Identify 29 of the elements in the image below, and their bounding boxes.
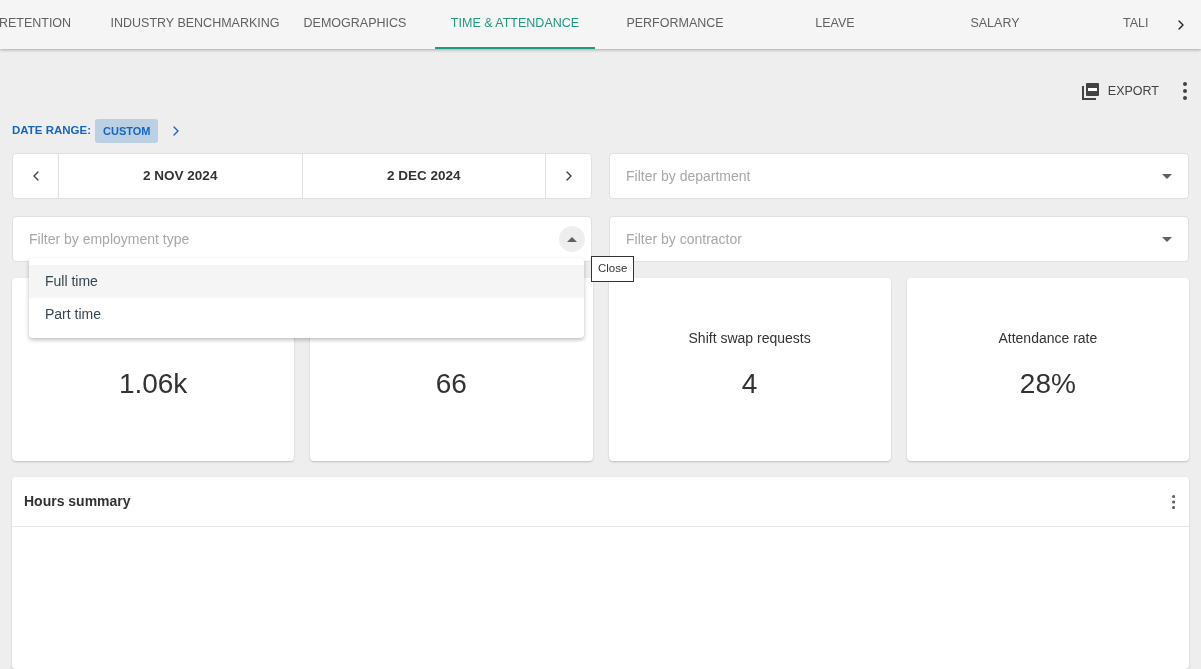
stat-value: 4: [741, 367, 758, 402]
dropdown-caret-icon: [1162, 236, 1172, 242]
tab[interactable]: PERFORMANCE: [595, 0, 755, 49]
more-options-icon: [1171, 494, 1175, 509]
pdf-file-icon: [1081, 82, 1100, 101]
stat-value: 28%: [1019, 367, 1076, 402]
stat-label: Shift swap requests: [688, 329, 811, 346]
tab[interactable]: LEAVE: [755, 0, 915, 49]
menu-option[interactable]: Part time: [29, 298, 584, 332]
more-options-button[interactable]: [1171, 494, 1175, 509]
end-date[interactable]: 2 DEC 2024: [302, 154, 546, 199]
caret-icon: [567, 236, 577, 242]
tab[interactable]: TALI: [1075, 0, 1155, 49]
export-button[interactable]: EXPORT: [1073, 78, 1167, 105]
date-range-chip[interactable]: CUSTOM: [95, 118, 159, 144]
stat-value: 1.06k: [118, 367, 188, 402]
date-range-label: DATE RANGE:: [12, 123, 91, 139]
menu-option[interactable]: Full time: [29, 265, 584, 299]
stat-label: Attendance rate: [998, 329, 1098, 346]
dropdown-caret-icon: [1162, 173, 1172, 179]
start-date[interactable]: 2 NOV 2024: [59, 154, 303, 199]
more-options-button[interactable]: [1181, 80, 1189, 103]
tab[interactable]: TIME & ATTENDANCE: [435, 0, 595, 49]
stat-value: 66: [435, 367, 467, 402]
tooltip: Close: [591, 256, 635, 282]
more-options-icon: [1183, 82, 1187, 101]
collapse-button[interactable]: [559, 226, 585, 253]
card-title: Hours summary: [24, 492, 131, 512]
tab[interactable]: SALARY: [915, 0, 1075, 49]
